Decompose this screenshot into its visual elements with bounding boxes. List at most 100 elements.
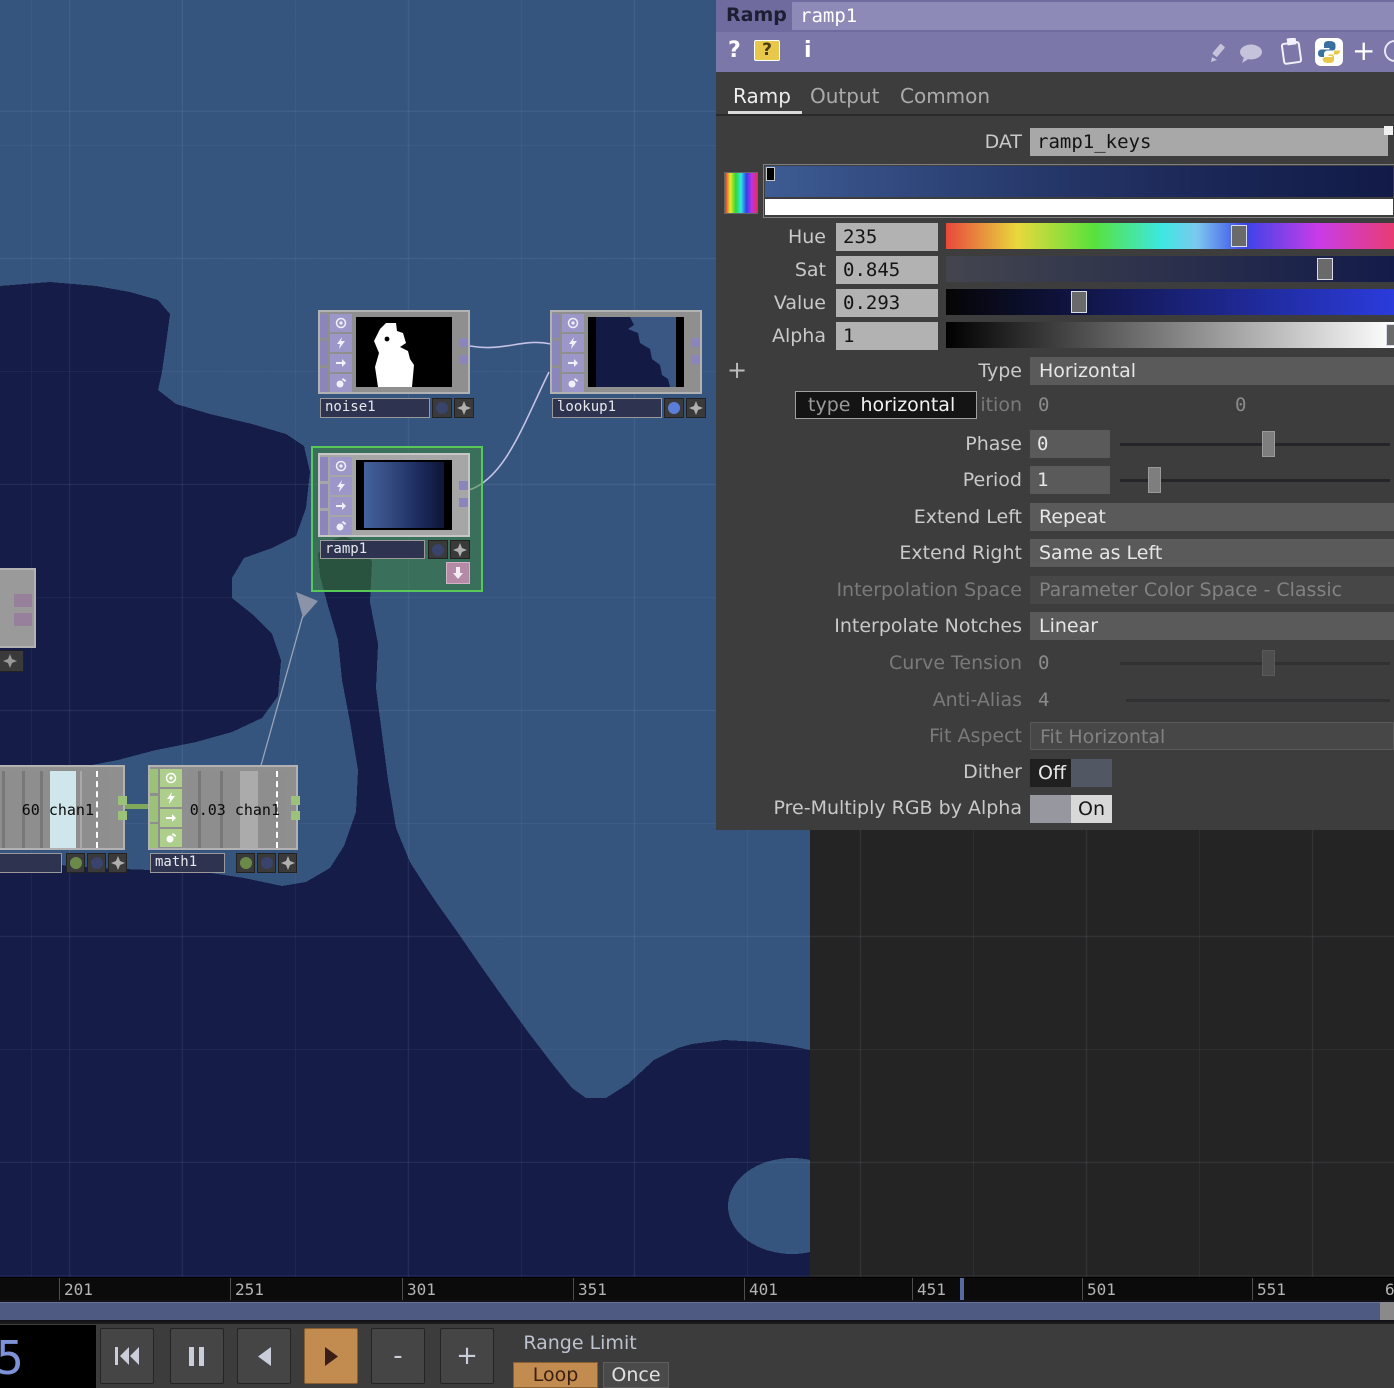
viewer-flag-icon[interactable] [330, 314, 352, 332]
sat-slider-handle[interactable] [1317, 258, 1333, 280]
alpha-slider[interactable] [946, 322, 1394, 348]
node-comment-button[interactable] [454, 398, 474, 418]
node-noise1[interactable]: noise1 [318, 310, 492, 420]
decrement-frame-button[interactable]: - [371, 1328, 425, 1384]
node-comment-button[interactable] [0, 650, 24, 672]
tab-output[interactable]: Output [810, 84, 879, 108]
once-button[interactable]: Once [603, 1362, 669, 1388]
tab-ramp[interactable]: Ramp [733, 84, 791, 108]
viewer-toggle-button[interactable] [664, 398, 684, 418]
anti-alias-slider-track[interactable] [1126, 699, 1390, 702]
export-indicator[interactable] [66, 853, 85, 873]
lookup1-output2[interactable] [691, 355, 700, 364]
cook-flag-icon[interactable] [562, 374, 584, 392]
lock-flag-icon[interactable] [562, 354, 584, 372]
hue-field[interactable]: 235 [836, 223, 938, 251]
panel-expand-widget[interactable] [1384, 126, 1393, 135]
ramp-alpha-bar[interactable] [765, 199, 1393, 215]
play-forward-button[interactable] [304, 1328, 358, 1384]
play-reverse-button[interactable] [237, 1328, 291, 1384]
export-indicator[interactable] [236, 853, 255, 873]
viewer-flag-icon[interactable] [160, 769, 182, 787]
timeline-scrollbar[interactable] [0, 1300, 1394, 1322]
lock-flag-icon[interactable] [330, 354, 352, 372]
viewer-flag-icon[interactable] [562, 314, 584, 332]
value-slider[interactable] [946, 289, 1394, 315]
node-input-column[interactable] [320, 312, 328, 392]
cook-flag-icon[interactable] [330, 374, 352, 392]
alpha-field[interactable]: 1 [836, 322, 938, 350]
node-name-label[interactable]: math1 [150, 853, 225, 873]
node-comment-button[interactable] [108, 853, 127, 873]
type-dropdown[interactable]: Horizontal [1030, 357, 1394, 385]
node-lookup1[interactable]: lookup1 [550, 310, 724, 420]
node-math1[interactable]: 0.03 chan1 math1 [148, 765, 303, 875]
sat-slider[interactable] [946, 256, 1394, 282]
noise1-output[interactable] [459, 338, 468, 347]
node-name-label[interactable]: noise1 [320, 398, 430, 418]
hue-slider[interactable] [946, 223, 1394, 249]
scrollbar-end-cap[interactable] [1380, 1302, 1394, 1320]
period-field[interactable]: 1 [1030, 466, 1110, 494]
math1-output[interactable] [291, 796, 300, 805]
viewer-toggle-button[interactable] [257, 853, 276, 873]
node-name-label[interactable]: lookup1 [552, 398, 662, 418]
phase-slider-track[interactable] [1120, 443, 1390, 446]
lookup1-output[interactable] [691, 338, 700, 347]
curve-tension-slider-handle[interactable] [1262, 650, 1275, 676]
ramp-editor[interactable] [763, 164, 1394, 218]
expose-parameters-button[interactable] [446, 562, 470, 584]
node-name-label[interactable]: tto1 [0, 853, 62, 873]
ramp-key-marker[interactable] [766, 167, 775, 181]
dither-toggle[interactable]: Off [1030, 759, 1112, 787]
node-comment-button[interactable] [450, 540, 470, 559]
node-comment-button[interactable] [278, 853, 297, 873]
node-name-label[interactable]: ramp1 [320, 540, 425, 559]
pause-button[interactable] [170, 1328, 224, 1384]
ramp-gradient-bar[interactable] [765, 166, 1393, 197]
viewer-toggle-button[interactable] [87, 853, 106, 873]
premultiply-toggle[interactable]: On [1030, 795, 1112, 823]
value-field[interactable]: 0.293 [836, 289, 938, 317]
export-flag-icon[interactable] [160, 809, 182, 827]
node-ramp1-selected[interactable]: ramp1 [311, 446, 483, 592]
tab-common[interactable]: Common [900, 84, 990, 108]
hue-slider-handle[interactable] [1231, 225, 1247, 247]
cook-flag-icon[interactable] [330, 517, 352, 535]
curve-tension-slider-track[interactable] [1120, 662, 1390, 665]
current-frame-display[interactable]: 5 [0, 1325, 96, 1388]
phase-slider-handle[interactable] [1262, 431, 1275, 457]
clipboard-icon[interactable] [1280, 38, 1304, 70]
lock-flag-icon[interactable] [330, 497, 352, 515]
ramp1-output[interactable] [459, 481, 468, 490]
help-button[interactable]: ? [728, 38, 741, 63]
extend-right-dropdown[interactable]: Same as Left [1030, 539, 1394, 567]
dat-field[interactable]: ramp1_keys [1030, 128, 1388, 156]
math1-output2[interactable] [291, 811, 300, 820]
panel-title-bar[interactable]: Ramp ramp1 [716, 0, 1394, 32]
ramp-palette-swatch[interactable] [724, 172, 758, 214]
add-parameter-page-button[interactable]: + [1352, 34, 1375, 67]
timeline-ruler[interactable]: 201 251 301 351 401 451 501 551 6 [0, 1277, 1394, 1300]
period-slider-handle[interactable] [1148, 467, 1161, 493]
python-icon[interactable] [1315, 38, 1343, 66]
alpha-slider-handle[interactable] [1386, 324, 1394, 346]
noise1-output2[interactable] [459, 355, 468, 364]
viewer-toggle-button[interactable] [428, 540, 448, 559]
viewer-flag-icon[interactable] [330, 457, 352, 475]
value-slider-handle[interactable] [1071, 291, 1087, 313]
timeline-playhead[interactable] [960, 1278, 964, 1301]
interp-space-dropdown[interactable]: Parameter Color Space - Classic [1030, 576, 1394, 604]
cook-flag-icon[interactable] [160, 829, 182, 847]
context-help-button[interactable]: ? [754, 40, 780, 61]
node-comment-button[interactable] [686, 398, 706, 418]
language-toggle-icon[interactable] [1384, 40, 1394, 62]
jump-to-start-button[interactable] [100, 1328, 154, 1384]
edit-comment-icon[interactable] [1208, 42, 1230, 68]
operator-name-field[interactable]: ramp1 [792, 2, 1394, 30]
ramp1-output2[interactable] [459, 498, 468, 507]
comment-bubble-icon[interactable] [1238, 44, 1264, 68]
scrollbar-thumb[interactable] [0, 1302, 1380, 1320]
loop-button[interactable]: Loop [513, 1362, 598, 1388]
bypass-flag-icon[interactable] [160, 789, 182, 807]
